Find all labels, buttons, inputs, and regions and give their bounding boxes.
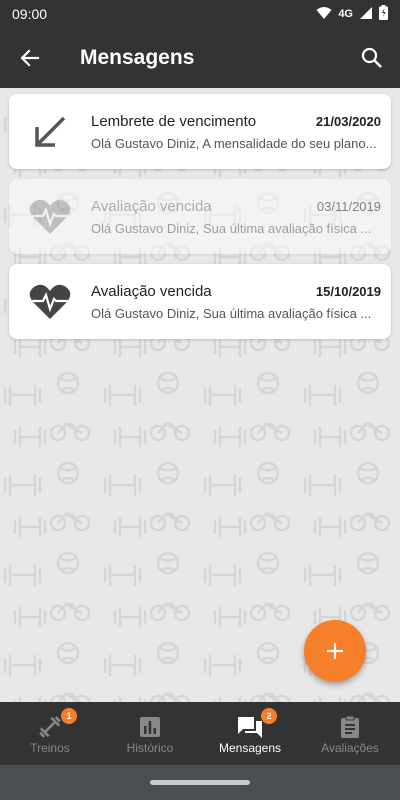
arrow-down-left-icon [35, 116, 66, 147]
nav-label: Histórico [126, 740, 174, 755]
notification-badge: 2 [261, 707, 277, 724]
network-type: 4G [338, 8, 353, 20]
nav-treinos[interactable]: 1 Treinos [0, 702, 100, 765]
page-title: Mensagens [80, 46, 195, 69]
heart-pulse-icon [29, 199, 71, 234]
heart-pulse-icon [29, 284, 71, 319]
nav-avaliacoes[interactable]: Avaliações [300, 702, 400, 765]
message-subject: Lembrete de vencimento [91, 112, 257, 130]
arrow-left-icon [20, 49, 40, 67]
message-subject: Avaliação vencida [91, 282, 212, 300]
bottom-navigation: 1 Treinos Histórico 2 Mensagens Avaliaçõ… [0, 702, 400, 765]
message-list-area[interactable]: Lembrete de vencimento 21/03/2020 Olá Gu… [0, 88, 400, 702]
bar-chart-icon [140, 716, 160, 737]
wifi-icon [316, 6, 332, 23]
clipboard-icon [341, 715, 359, 738]
message-card[interactable]: Avaliação vencida 03/11/2019 Olá Gustavo… [9, 179, 391, 254]
nav-label: Mensagens [218, 740, 282, 755]
message-card[interactable]: Lembrete de vencimento 21/03/2020 Olá Gu… [9, 94, 391, 169]
notification-badge: 1 [61, 707, 77, 724]
search-button[interactable] [344, 28, 400, 88]
chat-icon [238, 716, 262, 738]
message-preview: Olá Gustavo Diniz, Sua última avaliação … [91, 220, 372, 236]
system-navigation-bar [0, 765, 400, 800]
nav-label: Treinos [30, 740, 70, 755]
home-gesture-handle[interactable] [150, 780, 250, 785]
dumbbell-icon [39, 715, 61, 738]
back-button[interactable] [0, 28, 60, 88]
plus-icon [327, 643, 343, 659]
message-preview: Olá Gustavo Diniz, A mensalidade do seu … [91, 135, 377, 151]
battery-icon [379, 5, 388, 23]
message-date: 15/10/2019 [315, 283, 381, 299]
status-bar: 09:00 4G [0, 0, 400, 28]
messages-list: Lembrete de vencimento 21/03/2020 Olá Gu… [9, 94, 391, 349]
message-card[interactable]: Avaliação vencida 15/10/2019 Olá Gustavo… [9, 264, 391, 339]
new-message-button[interactable] [304, 620, 366, 682]
nav-mensagens[interactable]: 2 Mensagens [200, 702, 300, 765]
search-icon [361, 47, 382, 68]
app-bar: Mensagens [0, 28, 400, 88]
nav-label: Avaliações [321, 740, 379, 755]
message-date: 21/03/2020 [315, 113, 381, 129]
status-time: 09:00 [12, 6, 48, 22]
message-preview: Olá Gustavo Diniz, Sua última avaliação … [91, 305, 372, 321]
message-date: 03/11/2019 [316, 198, 381, 214]
nav-historico[interactable]: Histórico [100, 702, 200, 765]
message-subject: Avaliação vencida [91, 197, 212, 215]
signal-icon [359, 6, 373, 23]
